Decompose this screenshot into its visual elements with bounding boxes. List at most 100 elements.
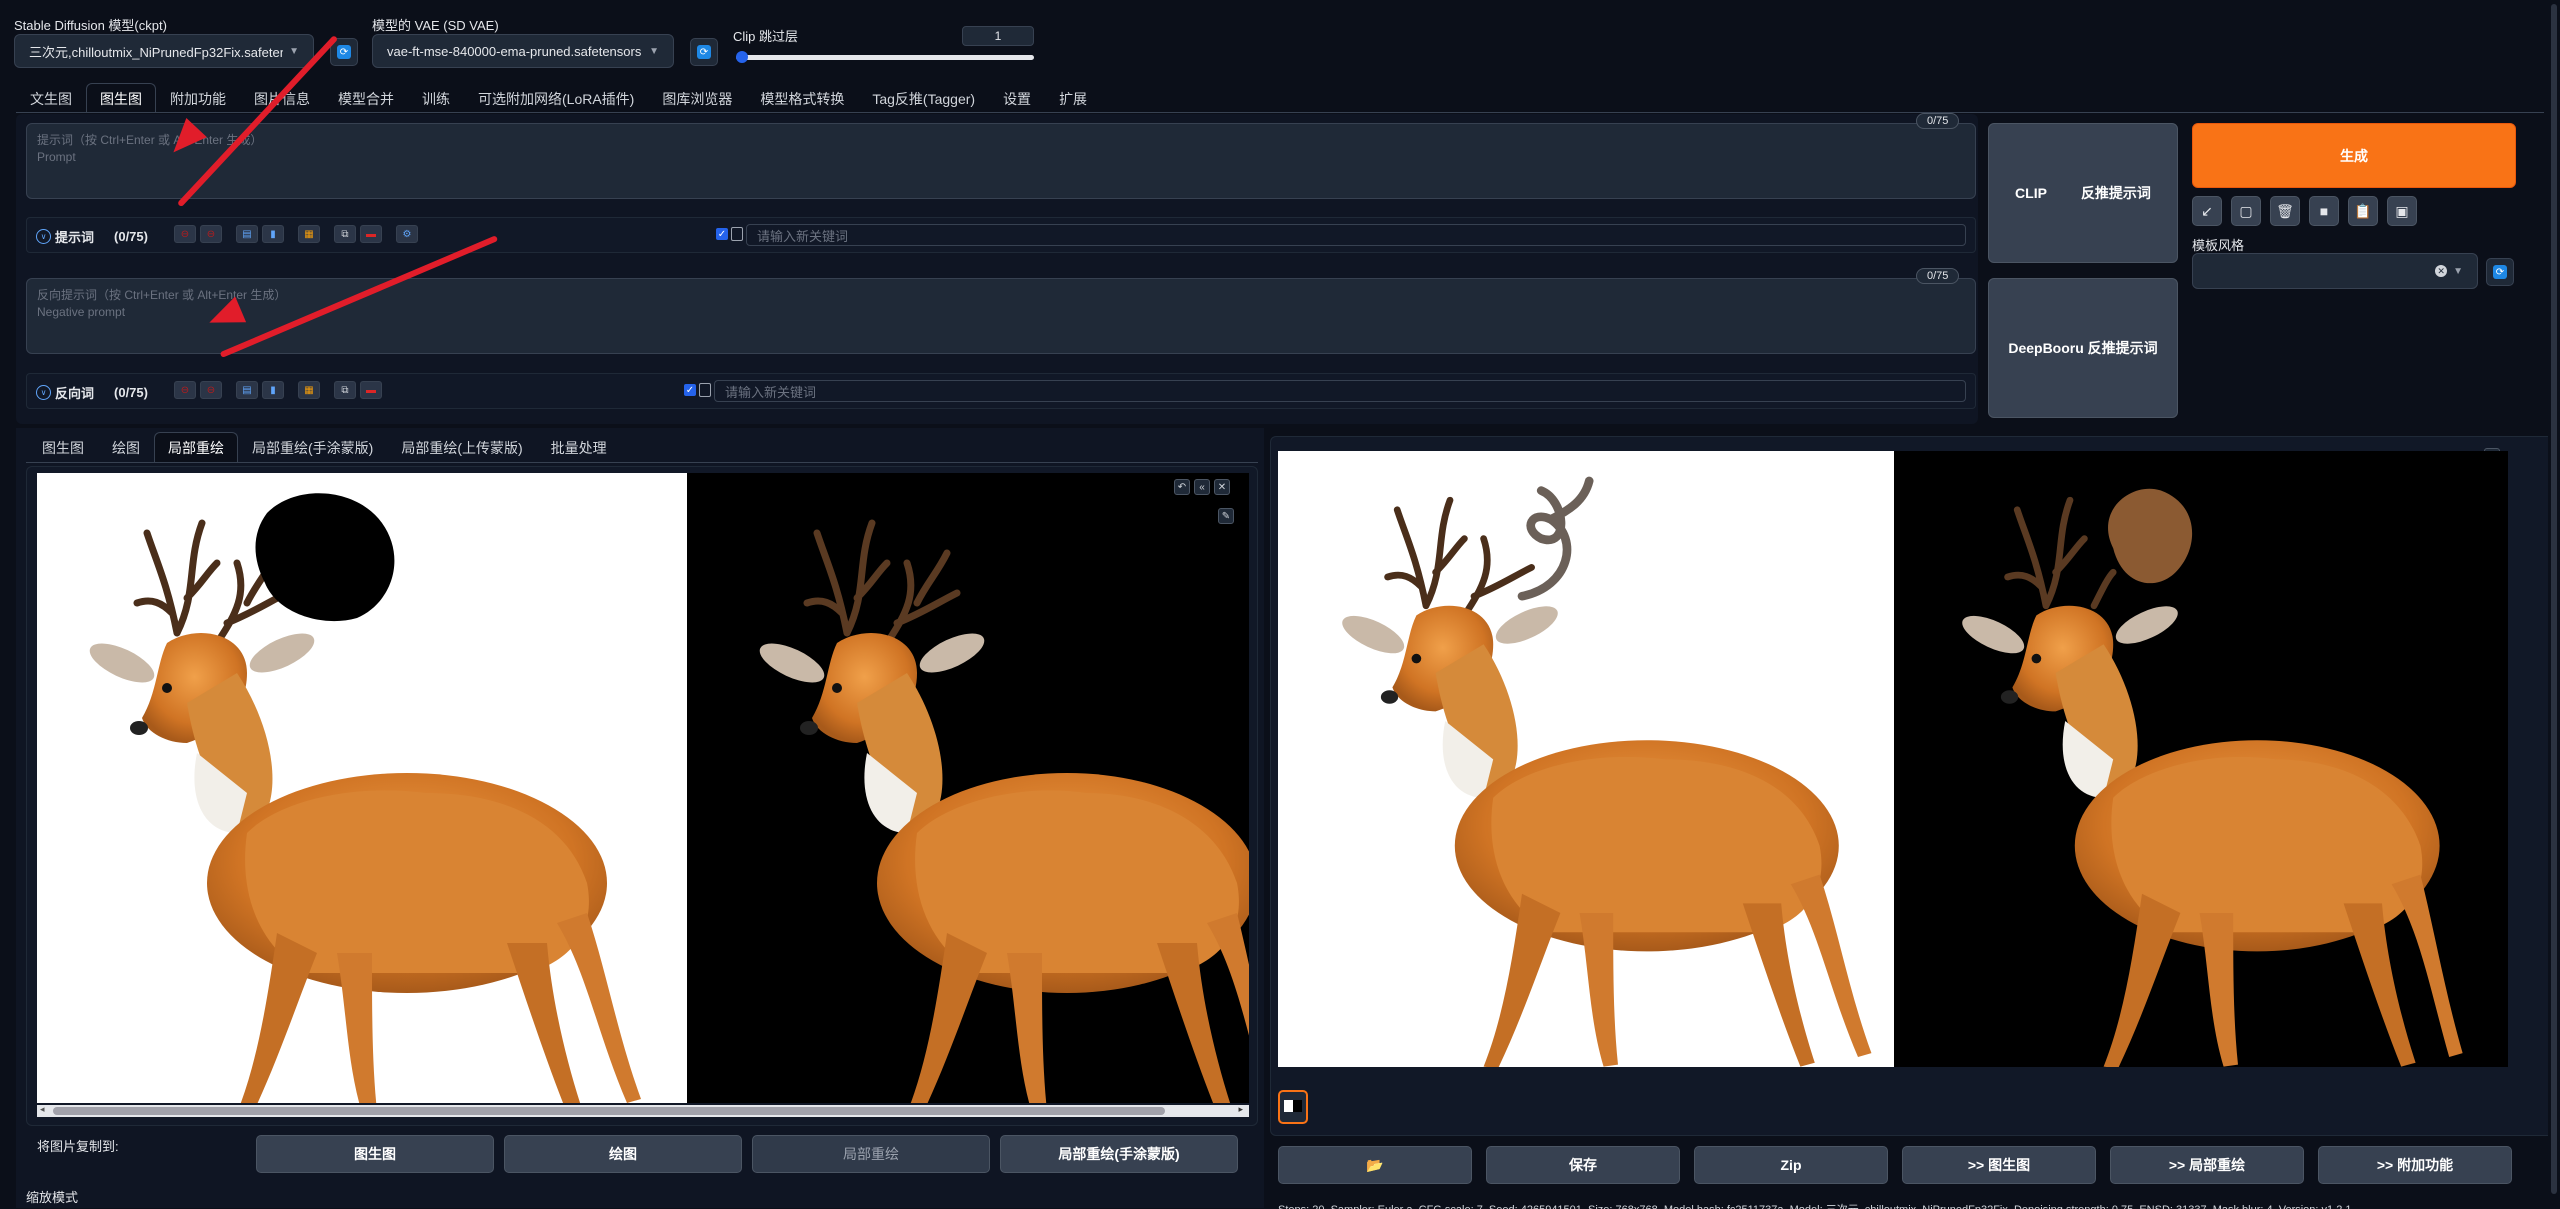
scrollbar-thumb[interactable] [53, 1107, 1165, 1115]
vae-dropdown[interactable]: vae-ft-mse-840000-ema-pruned.safetensors… [372, 34, 674, 68]
model-label: Stable Diffusion 模型(ckpt) [14, 18, 167, 33]
translate-icon[interactable]: ▦ [298, 225, 320, 243]
sub-tab-3[interactable]: 局部重绘(手涂蒙版) [238, 432, 387, 462]
output-button-2[interactable]: Zip [1694, 1146, 1888, 1184]
panel-icon[interactable] [699, 383, 711, 397]
model-dropdown[interactable]: 三次元,chilloutmix_NiPrunedFp32Fix.safetens… [14, 34, 314, 68]
main-tab-5[interactable]: 训练 [408, 83, 464, 113]
import-icon[interactable]: ▤ [236, 381, 258, 399]
page-scrollbar[interactable] [2548, 0, 2560, 1209]
refresh-icon: ⟳ [2493, 265, 2507, 279]
trash-can-icon[interactable]: 🗑 [2270, 196, 2300, 226]
bookmark-icon[interactable]: ▮ [262, 381, 284, 399]
prompt-tool-buttons: ⊖ ⊖ ▤ ▮ ▦ ⧉ ▬ ⚙ [174, 225, 418, 243]
vae-label: 模型的 VAE (SD VAE) [372, 18, 499, 33]
canvas-scrollbar[interactable]: ◂ ▸ [37, 1104, 1249, 1117]
prompt-textarea[interactable]: 提示词（按 Ctrl+Enter 或 Alt+Enter 生成） Prompt [26, 123, 1976, 199]
output-button-4[interactable]: >> 局部重绘 [2110, 1146, 2304, 1184]
remove-icon[interactable]: ⊖ [174, 225, 196, 243]
chevron-down-icon: ▼ [289, 45, 299, 57]
model-value: 三次元,chilloutmix_NiPrunedFp32Fix.safetens… [29, 44, 283, 60]
main-tab-8[interactable]: 模型格式转换 [746, 83, 858, 113]
main-tab-9[interactable]: Tag反推(Tagger) [858, 83, 989, 113]
copy-to-button-1[interactable]: 绘图 [504, 1135, 742, 1173]
sub-tab-2[interactable]: 局部重绘 [154, 432, 238, 462]
refresh-style-button[interactable]: ⟳ [2486, 258, 2514, 286]
result-deer-image [1342, 476, 2463, 1067]
trash-icon[interactable]: ▢ [2231, 196, 2261, 226]
remove-all-icon[interactable]: ⊖ [200, 381, 222, 399]
page-scrollbar-thumb[interactable] [2551, 4, 2557, 1194]
clip-skip-slider[interactable] [736, 55, 1034, 60]
negative-tool-buttons: ⊖ ⊖ ▤ ▮ ▦ ⧉ ▬ [174, 381, 382, 399]
copy-icon[interactable]: ⧉ [334, 381, 356, 399]
sub-tab-0[interactable]: 图生图 [28, 432, 98, 462]
style-label: 模板风格 [2192, 238, 2245, 253]
main-tab-0[interactable]: 文生图 [16, 83, 86, 113]
brush-icon[interactable]: ✎ [1218, 508, 1234, 524]
deepbooru-interrogate-button[interactable]: DeepBooru 反推提示词 [1988, 278, 2178, 418]
reset-icon[interactable]: « [1194, 479, 1210, 495]
prompt-keyword-checkbox[interactable]: ✓ [716, 228, 728, 240]
apply-style-icon[interactable]: ▣ [2387, 196, 2417, 226]
clip-label: CLIP [2015, 185, 2047, 201]
bookmark-icon[interactable]: ▮ [262, 225, 284, 243]
clipboard-icon[interactable]: 📋 [2348, 196, 2378, 226]
panel-icon[interactable] [731, 227, 743, 241]
main-tabs: 文生图图生图附加功能图片信息模型合并训练可选附加网络(LoRA插件)图库浏览器模… [16, 83, 1101, 113]
copy-to-button-3[interactable]: 局部重绘(手涂蒙版) [1000, 1135, 1238, 1173]
inpaint-canvas[interactable] [37, 473, 1249, 1103]
prompt-sublabel: Prompt [37, 150, 76, 164]
refresh-icon: ⟳ [337, 45, 351, 59]
output-button-1[interactable]: 保存 [1486, 1146, 1680, 1184]
main-tab-1[interactable]: 图生图 [86, 83, 156, 113]
refresh-vae-button[interactable]: ⟳ [690, 38, 718, 66]
main-tab-4[interactable]: 模型合并 [324, 83, 408, 113]
prompt-toolbar-label: 提示词 [55, 230, 95, 245]
main-tab-2[interactable]: 附加功能 [156, 83, 240, 113]
negative-keyword-checkbox[interactable]: ✓ [684, 384, 696, 396]
trash-icon[interactable]: ▬ [360, 225, 382, 243]
canvas-tools: ↶ « ✕ [1174, 479, 1230, 495]
main-tab-7[interactable]: 图库浏览器 [648, 83, 746, 113]
clear-icon[interactable]: ✕ [2435, 265, 2448, 277]
import-icon[interactable]: ▤ [236, 225, 258, 243]
prompt-keyword-input[interactable]: 请输入新关键词 [746, 224, 1966, 246]
generate-button[interactable]: 生成 [2192, 123, 2516, 188]
close-icon[interactable]: ✕ [1214, 479, 1230, 495]
settings-icon[interactable]: ⚙ [396, 225, 418, 243]
main-tab-10[interactable]: 设置 [989, 83, 1045, 113]
scroll-left-icon[interactable]: ◂ [40, 1104, 45, 1115]
collapse-icon[interactable]: ∨ [36, 229, 51, 244]
scroll-right-icon[interactable]: ▸ [1238, 1104, 1243, 1115]
style-dropdown[interactable]: ✕ ▼ [2192, 253, 2478, 289]
arrow-icon[interactable]: ↙ [2192, 196, 2222, 226]
sub-tab-1[interactable]: 绘图 [98, 432, 154, 462]
undo-icon[interactable]: ↶ [1174, 479, 1190, 495]
sub-tab-5[interactable]: 批量处理 [537, 432, 621, 462]
clip-skip-number[interactable]: 1 [962, 26, 1034, 46]
main-tab-6[interactable]: 可选附加网络(LoRA插件) [464, 83, 648, 113]
translate-icon[interactable]: ▦ [298, 381, 320, 399]
save-style-icon[interactable]: ■ [2309, 196, 2339, 226]
open-folder-button[interactable]: 📂 [1278, 1146, 1472, 1184]
deer-image [89, 493, 1249, 1103]
clip-skip-slider-handle[interactable] [736, 51, 748, 63]
output-button-3[interactable]: >> 图生图 [1902, 1146, 2096, 1184]
remove-icon[interactable]: ⊖ [174, 381, 196, 399]
main-tab-11[interactable]: 扩展 [1045, 83, 1101, 113]
negative-token-counter: 0/75 [1916, 268, 1960, 284]
copy-to-button-2[interactable]: 局部重绘 [752, 1135, 990, 1173]
trash-icon[interactable]: ▬ [360, 381, 382, 399]
negative-toolbar-label: 反向词 [55, 386, 95, 401]
collapse-icon[interactable]: ∨ [36, 385, 51, 400]
negative-keyword-input[interactable]: 请输入新关键词 [714, 380, 1966, 402]
copy-icon[interactable]: ⧉ [334, 225, 356, 243]
copy-to-button-0[interactable]: 图生图 [256, 1135, 494, 1173]
output-button-5[interactable]: >> 附加功能 [2318, 1146, 2512, 1184]
remove-all-icon[interactable]: ⊖ [200, 225, 222, 243]
output-image[interactable] [1278, 451, 2508, 1067]
gallery-thumbnail[interactable] [1278, 1090, 1308, 1124]
clip-interrogate-button[interactable]: CLIP 反推提示词 [1988, 123, 2178, 263]
sub-tab-4[interactable]: 局部重绘(上传蒙版) [387, 432, 536, 462]
